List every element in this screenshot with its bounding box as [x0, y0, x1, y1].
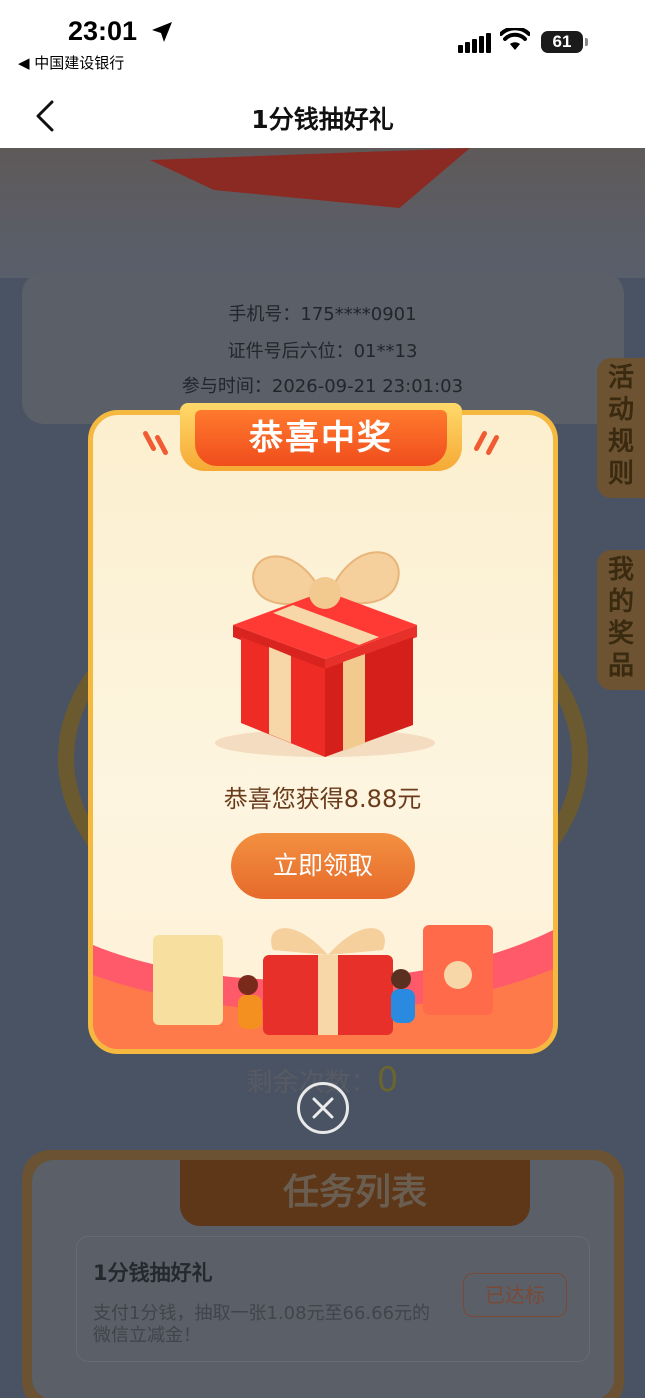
- nav-bar: 1分钱抽好礼: [0, 86, 645, 148]
- tab-my-prizes[interactable]: 我的奖品: [597, 550, 645, 690]
- back-to-app-link[interactable]: ◀ 中国建设银行: [18, 52, 124, 73]
- task-list-inner: 任务列表 1分钱抽好礼 支付1分钱，抽取一张1.08元至66.66元的微信立减金…: [32, 1160, 614, 1398]
- join-time: 参与时间：2026-09-21 23:01:03: [181, 376, 464, 397]
- battery-icon: 61: [541, 31, 583, 53]
- remaining-value: 0: [376, 1060, 399, 1100]
- status-bar: 23:01 ◀ 中国建设银行 61: [0, 0, 645, 86]
- close-icon: [312, 1097, 334, 1119]
- prize-modal: [88, 410, 558, 1054]
- id-suffix: 证件号后六位：01**13: [227, 341, 418, 362]
- prize-message: 恭喜您获得8.88元: [223, 785, 422, 813]
- close-modal-button[interactable]: [297, 1082, 349, 1134]
- claim-button[interactable]: 立即领取: [231, 833, 415, 899]
- modal-header-title: 恭喜中奖: [195, 410, 447, 466]
- battery-tip: [585, 38, 588, 46]
- location-arrow-icon: [152, 22, 172, 42]
- task-list-header: 任务列表: [180, 1160, 530, 1226]
- bottom-celebration-decoration: [93, 925, 553, 1049]
- task-description: 支付1分钱，抽取一张1.08元至66.66元的微信立减金！: [93, 1303, 431, 1346]
- cellular-signal-icon: [458, 33, 493, 53]
- page-title: 1分钱抽好礼: [251, 105, 394, 134]
- task-list-panel: 任务列表 1分钱抽好礼 支付1分钱，抽取一张1.08元至66.66元的微信立减金…: [22, 1150, 624, 1398]
- wifi-icon: [500, 28, 530, 50]
- task-title: 1分钱抽好礼: [93, 1261, 213, 1285]
- clock: 23:01: [68, 16, 138, 46]
- task-item: 1分钱抽好礼 支付1分钱，抽取一张1.08元至66.66元的微信立减金！ 已达标: [76, 1236, 590, 1362]
- task-status-button[interactable]: 已达标: [463, 1273, 567, 1317]
- phone-number: 手机号：175****0901: [228, 304, 417, 325]
- tab-activity-rules[interactable]: 活动规则: [597, 358, 645, 498]
